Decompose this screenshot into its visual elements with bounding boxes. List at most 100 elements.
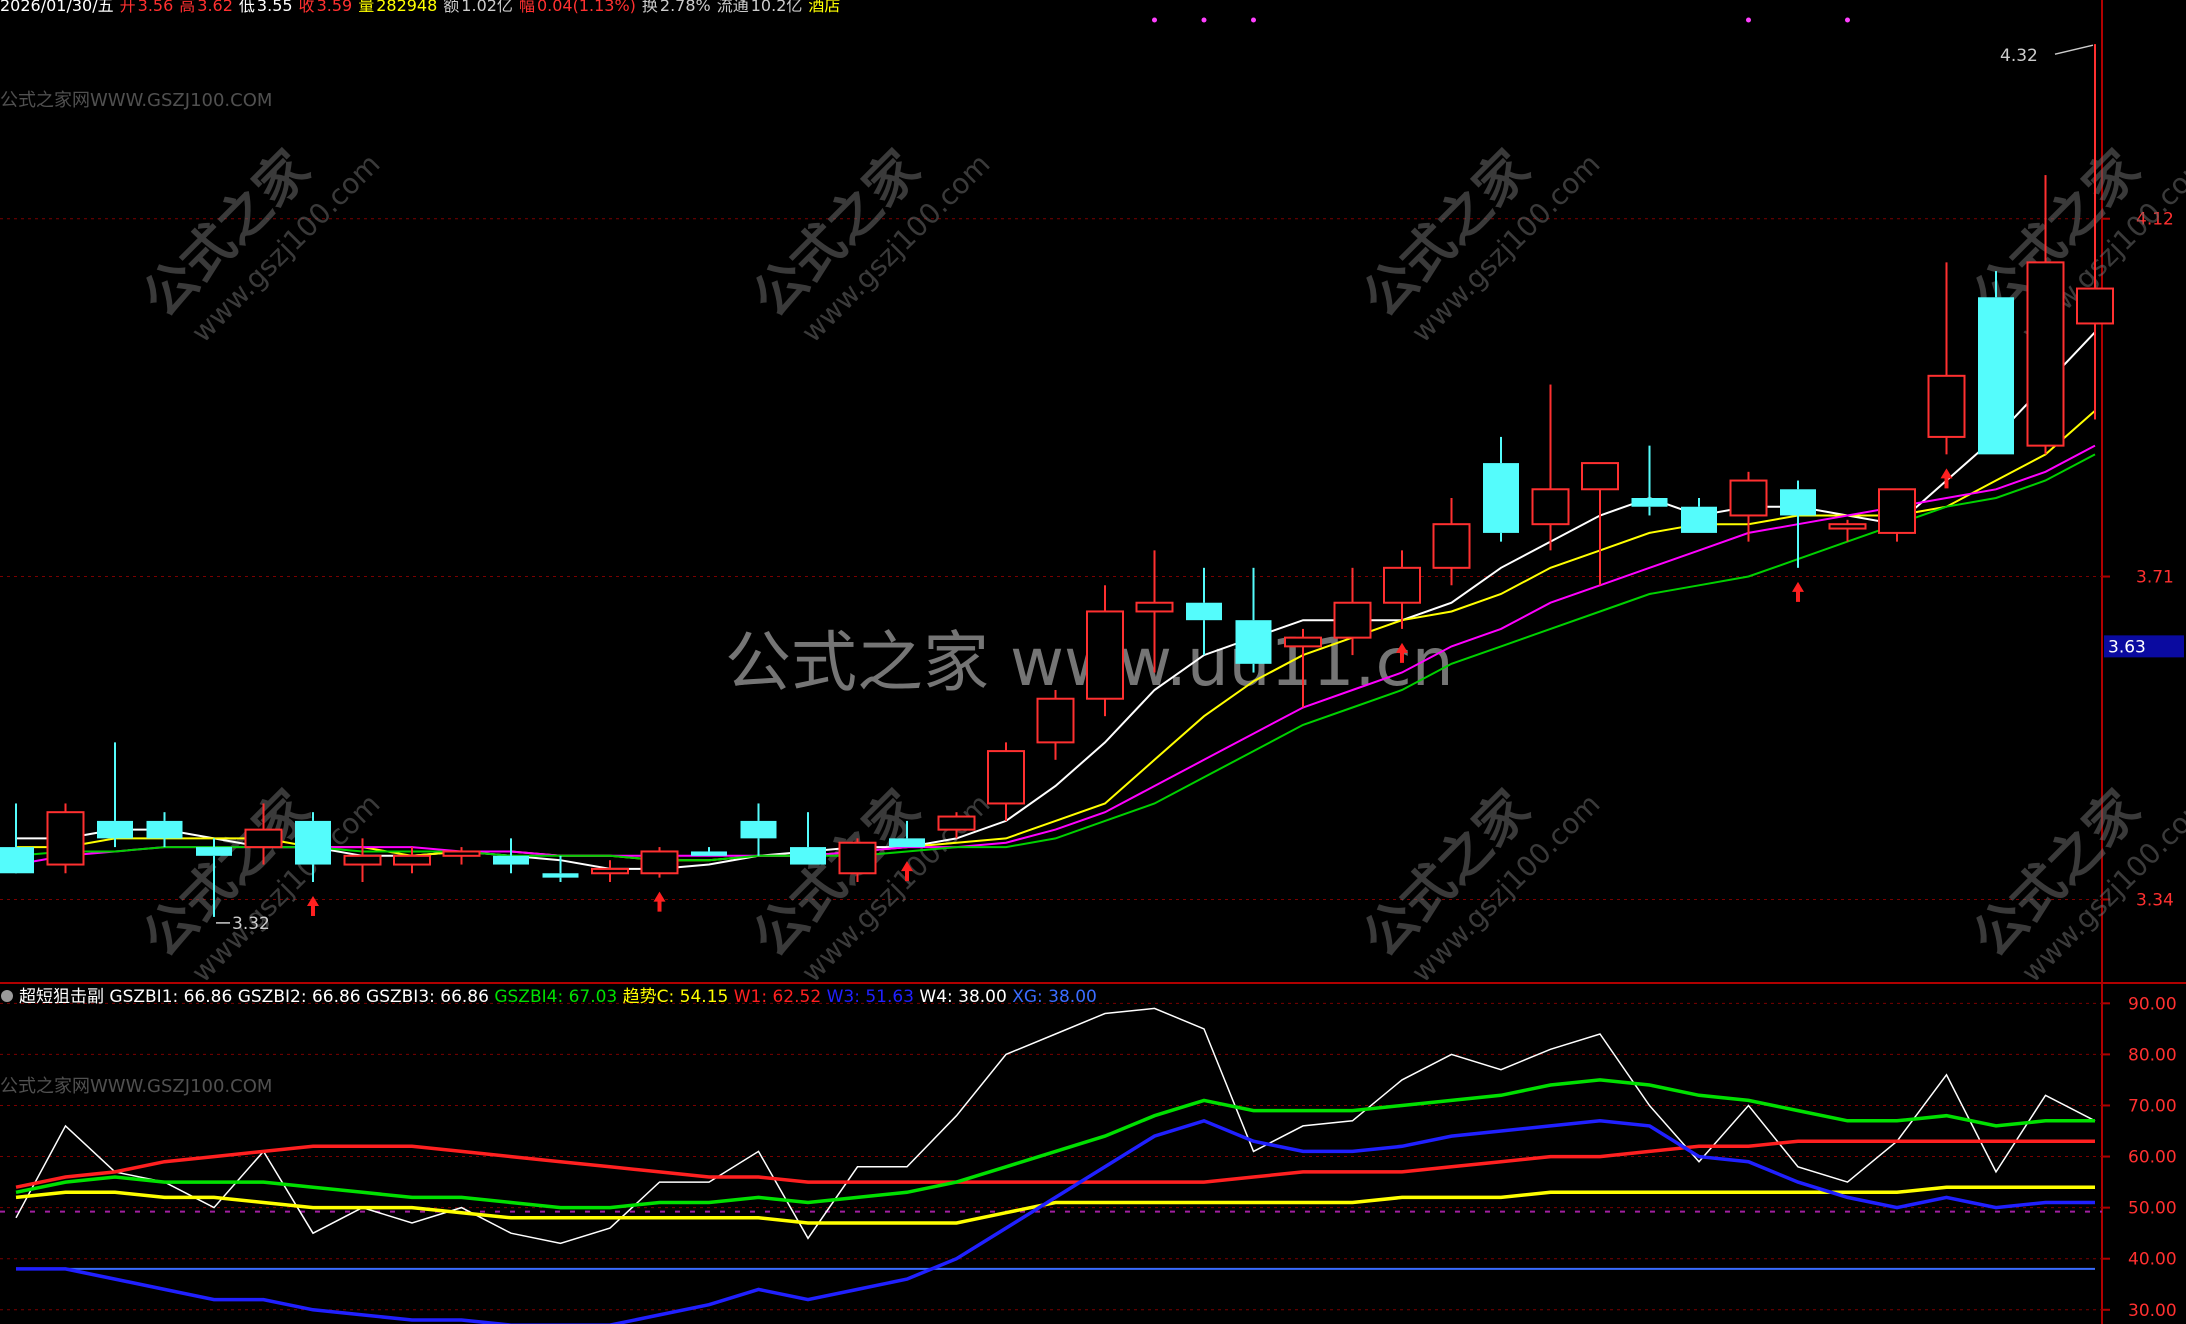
candle-body-down (790, 847, 826, 865)
candle-body-down (1235, 620, 1272, 664)
candle (1631, 445, 1668, 516)
candle (146, 812, 183, 848)
indicator-tick-label: 90.00 (2128, 994, 2177, 1014)
diagonal-watermark: 公式之家www.gszj100.com (132, 140, 387, 349)
candle-body-up (1284, 636, 1322, 648)
price-tick-label: 3.34 (2136, 890, 2174, 910)
candle (790, 812, 826, 865)
legend-item: W1: 62.52 (734, 987, 827, 1007)
candle-body-up (1729, 479, 1768, 517)
candle-body-down (1483, 463, 1519, 533)
indicator-tick-label: 50.00 (2128, 1199, 2177, 1219)
candle (493, 838, 529, 874)
candle-body-up (838, 841, 877, 875)
candle-body-up (1036, 697, 1075, 744)
candle (46, 803, 85, 874)
candle-body-down (1631, 498, 1668, 507)
candle-body-up (1333, 601, 1372, 639)
candle-body-up (343, 854, 382, 866)
diagonal-watermark: 公式之家www.gszj100.com (1962, 780, 2186, 989)
indicator-legend-text: 超短狙击副 GSZBI1: 66.86 GSZBI2: 66.86 GSZBI3… (19, 987, 1097, 1007)
candle (640, 847, 679, 878)
candle (1828, 519, 1867, 542)
candle-body-up (1531, 488, 1570, 526)
legend-item: W3: 51.63 (827, 987, 920, 1007)
candle-body-down (146, 820, 183, 839)
current-price-tag: 3.63 (2108, 637, 2146, 657)
candle-body-up (1135, 601, 1174, 613)
candle-body-down (889, 838, 925, 848)
candle-body-up (987, 750, 1025, 805)
candle-body-up (1383, 566, 1421, 604)
candle-body-down (542, 873, 579, 878)
legend-item: W4: 38.00 (919, 987, 1012, 1007)
candle (97, 742, 133, 848)
candle-body-up (2026, 261, 2065, 447)
candle-body-up (46, 811, 85, 866)
legend-item: GSZBI1: 66.86 (109, 987, 237, 1007)
legend-item: GSZBI3: 66.86 (366, 987, 494, 1007)
candle-body-up (1581, 462, 1619, 491)
diagonal-watermark: 公式之家www.gszj100.com (132, 780, 387, 989)
candle (1483, 436, 1519, 542)
top-signal-dot (1845, 17, 1850, 23)
candle-body-down (196, 847, 232, 856)
indicator-name: 超短狙击副 (19, 987, 109, 1007)
candle-body-down (691, 851, 727, 856)
top-signal-dot (1251, 17, 1256, 23)
ma-line-ma5 (16, 331, 2096, 870)
indicator-toggle-icon[interactable] (1, 990, 13, 1002)
top-signal-dot (1152, 17, 1157, 23)
indicator-legend: 超短狙击副 GSZBI1: 66.86 GSZBI2: 66.86 GSZBI3… (1, 987, 1097, 1007)
candle-body-up (591, 867, 629, 875)
candle (1681, 498, 1717, 533)
legend-item: GSZBI2: 66.86 (238, 987, 366, 1007)
candle-body-down (493, 855, 529, 865)
candle-body-up (442, 850, 481, 857)
indicator-tick-label: 30.00 (2128, 1301, 2177, 1321)
candle (1978, 271, 2014, 455)
indicator-panel: 90.00 80.00 70.00 60.00 50.00 40.00 30.00 (0, 994, 2177, 1324)
diagonal-watermark: 公式之家www.gszj100.com (742, 140, 997, 349)
candle (740, 803, 777, 856)
top-signal-dot (1201, 17, 1207, 23)
candle (1531, 384, 1570, 551)
candle (1432, 498, 1471, 586)
candlestick-panel: 4.123.713.343.63公式之家www.gszj100.com 公式之家w… (0, 17, 2186, 989)
price-tick-label: 3.71 (2136, 568, 2174, 588)
candle-body-down (97, 820, 133, 839)
high-marker-label: 4.32 (2000, 46, 2038, 66)
candle-body-up (1878, 488, 1916, 534)
legend-item: XG: 38.00 (1012, 987, 1097, 1007)
candle-body-down (740, 820, 777, 839)
candle (1581, 462, 1619, 586)
candle-body-down (1780, 489, 1816, 516)
site-watermark-bottom: 公式之家网WWW.GSZJ100.COM (0, 1076, 272, 1097)
candle-body-up (1927, 374, 1966, 438)
site-watermark-top: 公式之家网WWW.GSZJ100.COM (0, 90, 272, 111)
candle (1878, 488, 1916, 542)
indicator-tick-label: 60.00 (2128, 1148, 2177, 1168)
candle-body-up (393, 854, 431, 866)
candle (1086, 585, 1124, 717)
candle-body-down (1681, 506, 1717, 533)
diagonal-watermark: 公式之家www.gszj100.com (1352, 780, 1607, 989)
legend-item: GSZBI4: 67.03 (494, 987, 622, 1007)
signal-up-arrow (653, 891, 666, 912)
candle (1927, 262, 1966, 455)
diagonal-watermark: 公式之家www.gszj100.com (1352, 140, 1607, 349)
candle (1036, 690, 1075, 760)
candle-body-down (0, 847, 34, 874)
candle-body-down (295, 820, 331, 865)
candle-body-up (1086, 610, 1124, 700)
indicator-line-xxc (15, 1185, 2095, 1225)
signal-up-arrow (1792, 581, 1804, 602)
top-signal-dot (1746, 17, 1751, 23)
candle-body-up (2076, 287, 2114, 325)
indicator-tick-label: 40.00 (2128, 1250, 2177, 1270)
candle (591, 860, 629, 882)
candle-body-up (640, 850, 679, 875)
stock-chart[interactable]: 公式之家网WWW.GSZJ100.COM 公式之家网WWW.GSZJ100.CO… (0, 0, 2186, 1324)
high-marker-arrow (2054, 44, 2094, 55)
candle-body-up (1432, 523, 1471, 569)
